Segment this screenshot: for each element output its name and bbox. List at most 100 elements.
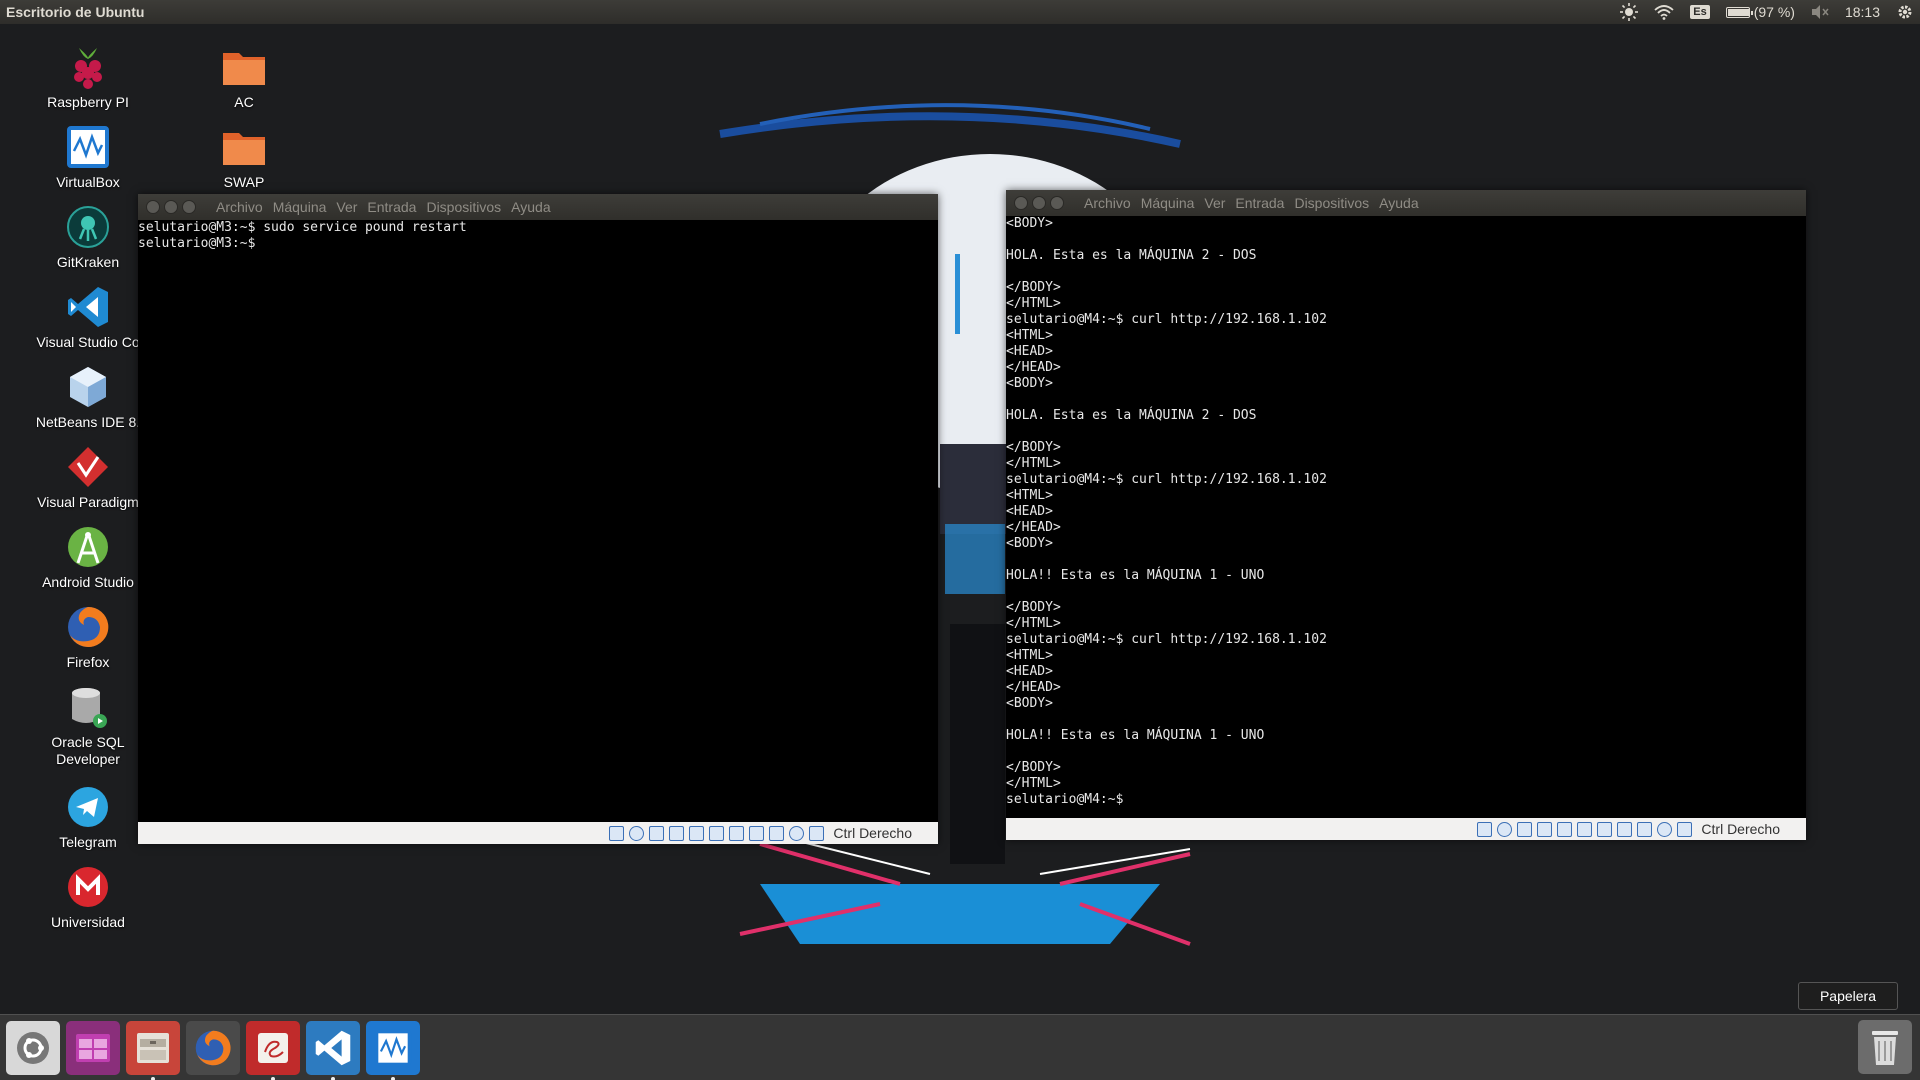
close-button[interactable]: [1014, 196, 1028, 210]
keyboard-layout-indicator[interactable]: Es: [1690, 5, 1710, 19]
launcher-item-dash[interactable]: [6, 1020, 60, 1075]
desktop-icon-visual-studio-code[interactable]: Visual Studio Co: [23, 284, 153, 351]
video-capture-icon[interactable]: [749, 825, 765, 841]
menu-dispositivos[interactable]: Dispositivos: [1294, 195, 1369, 211]
shared-folders-icon[interactable]: [709, 825, 725, 841]
desktop-icon-raspberry-pi[interactable]: Raspberry PI: [23, 44, 153, 111]
maximize-button[interactable]: [1050, 196, 1064, 210]
optical-drive-icon[interactable]: [1497, 821, 1513, 837]
menu-maquina[interactable]: Máquina: [1141, 195, 1195, 211]
android-studio-icon: [65, 524, 111, 570]
running-indicator: [391, 1076, 395, 1080]
keyboard-capture-icon[interactable]: [1677, 821, 1693, 837]
firefox-icon: [195, 1030, 231, 1065]
maximize-button[interactable]: [182, 200, 196, 214]
usb-icon[interactable]: [689, 825, 705, 841]
gitkraken-icon: [65, 204, 111, 250]
desktop-icon-label: Oracle SQL Developer: [51, 734, 125, 767]
battery-icon: [1725, 6, 1753, 18]
desktop-icon-label: Firefox: [66, 654, 110, 670]
hard-disk-icon[interactable]: [609, 825, 625, 841]
menu-ayuda[interactable]: Ayuda: [1379, 195, 1418, 211]
desktop-icon-universidad[interactable]: Universidad: [23, 864, 153, 931]
audio-icon[interactable]: [649, 825, 665, 841]
battery-indicator[interactable]: (97 %): [1725, 4, 1795, 20]
launcher-item-vscode[interactable]: [306, 1020, 360, 1080]
optical-drive-icon[interactable]: [629, 825, 645, 841]
vbox-window-m3[interactable]: Archivo Máquina Ver Entrada Dispositivos…: [138, 194, 938, 844]
desktop-icon-label: SWAP: [223, 174, 265, 190]
battery-percent: (97 %): [1753, 4, 1795, 20]
display-icon[interactable]: [1597, 821, 1613, 837]
desktop-icon-gitkraken[interactable]: GitKraken: [23, 204, 153, 271]
close-button[interactable]: [146, 200, 160, 214]
keyboard-capture-icon[interactable]: [809, 825, 825, 841]
launcher-item-firefox[interactable]: [186, 1020, 240, 1075]
running-indicator: [331, 1076, 335, 1080]
launcher-item-workspaces[interactable]: [66, 1020, 120, 1075]
launcher-item-trash[interactable]: [1858, 1020, 1912, 1074]
desktop-icon-ac-folder[interactable]: AC: [179, 44, 309, 111]
window-titlebar[interactable]: Archivo Máquina Ver Entrada Dispositivos…: [138, 194, 938, 220]
menu-ver[interactable]: Ver: [336, 199, 357, 215]
vscode-icon: [65, 284, 111, 330]
desktop-icon-label: Android Studio: [42, 574, 134, 590]
desktop-icon-label: Universidad: [51, 914, 125, 930]
virtualbox-icon: [374, 1029, 412, 1066]
hard-disk-icon[interactable]: [1477, 821, 1493, 837]
audio-icon[interactable]: [1517, 821, 1533, 837]
mouse-integration-icon[interactable]: [789, 825, 805, 841]
menu-archivo[interactable]: Archivo: [1084, 195, 1131, 211]
usb-icon[interactable]: [1557, 821, 1573, 837]
desktop-icon-swap-folder[interactable]: SWAP: [179, 124, 309, 191]
workspace-switcher-icon: [76, 1033, 110, 1062]
oracle-sql-icon: [65, 684, 111, 730]
display-icon[interactable]: [729, 825, 745, 841]
launcher-item-virtualbox[interactable]: [366, 1020, 420, 1080]
vbox-window-m4[interactable]: Archivo Máquina Ver Entrada Dispositivos…: [1006, 190, 1806, 840]
desktop-icon-telegram[interactable]: Telegram: [23, 784, 153, 851]
volume-muted-icon[interactable]: [1811, 4, 1829, 20]
clock[interactable]: 18:13: [1845, 4, 1880, 20]
cpu-icon[interactable]: [769, 825, 785, 841]
desktop-icon-firefox[interactable]: Firefox: [23, 604, 153, 671]
desktop-icon-netbeans[interactable]: NetBeans IDE 8.: [23, 364, 153, 431]
host-key-label: Ctrl Derecho: [1701, 821, 1780, 837]
desktop-icon-label: Visual Studio Co: [36, 334, 140, 350]
panel-indicators: Es (97 %) 18:13: [1620, 3, 1914, 21]
shared-folders-icon[interactable]: [1577, 821, 1593, 837]
desktop-icon-android-studio[interactable]: Android Studio: [23, 524, 153, 591]
cpu-icon[interactable]: [1637, 821, 1653, 837]
vm-console[interactable]: selutario@M3:~$ sudo service pound resta…: [138, 220, 938, 822]
menu-ayuda[interactable]: Ayuda: [511, 199, 550, 215]
desktop-icon-virtualbox[interactable]: VirtualBox: [23, 124, 153, 191]
menu-archivo[interactable]: Archivo: [216, 199, 263, 215]
menu-maquina[interactable]: Máquina: [273, 199, 327, 215]
menu-entrada[interactable]: Entrada: [367, 199, 416, 215]
netbeans-icon: [65, 364, 111, 410]
mouse-integration-icon[interactable]: [1657, 821, 1673, 837]
menu-ver[interactable]: Ver: [1204, 195, 1225, 211]
menu-entrada[interactable]: Entrada: [1235, 195, 1284, 211]
launcher-item-text-editor[interactable]: [246, 1020, 300, 1080]
desktop-icon-label: Raspberry PI: [47, 94, 129, 110]
launcher-item-files[interactable]: [126, 1020, 180, 1080]
trash-tooltip: Papelera: [1798, 982, 1898, 1010]
video-capture-icon[interactable]: [1617, 821, 1633, 837]
minimize-button[interactable]: [1032, 196, 1046, 210]
desktop-icon-oracle-sql-developer[interactable]: Oracle SQL Developer: [23, 684, 153, 768]
text-editor-icon: [258, 1032, 288, 1063]
telegram-icon: [65, 784, 111, 830]
minimize-button[interactable]: [164, 200, 178, 214]
gear-icon[interactable]: [1896, 3, 1914, 21]
vm-console[interactable]: <BODY> HOLA. Esta es la MÁQUINA 2 - DOS …: [1006, 216, 1806, 818]
network-icon[interactable]: [1537, 821, 1553, 837]
wifi-icon[interactable]: [1654, 4, 1674, 20]
battery-level-fill: [1727, 8, 1750, 16]
network-icon[interactable]: [669, 825, 685, 841]
menu-dispositivos[interactable]: Dispositivos: [426, 199, 501, 215]
brightness-icon[interactable]: [1620, 3, 1639, 21]
desktop-icon-visual-paradigm[interactable]: Visual Paradigm: [23, 444, 153, 511]
file-manager-icon: [137, 1032, 169, 1063]
window-titlebar[interactable]: Archivo Máquina Ver Entrada Dispositivos…: [1006, 190, 1806, 216]
